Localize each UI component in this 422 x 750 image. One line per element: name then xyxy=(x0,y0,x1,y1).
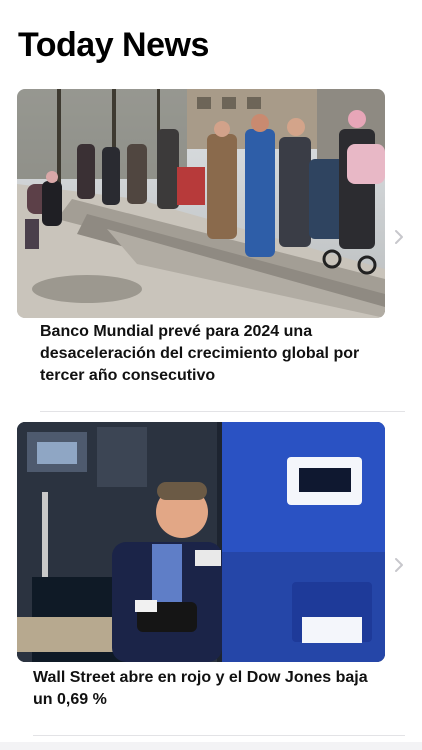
divider xyxy=(33,735,405,736)
article-headline[interactable]: Wall Street abre en rojo y el Dow Jones … xyxy=(33,667,378,711)
article-image[interactable] xyxy=(17,89,385,318)
divider xyxy=(40,411,405,412)
news-article-card[interactable]: Banco Mundial prevé para 2024 una desace… xyxy=(0,89,422,395)
page-title: Today News xyxy=(18,26,209,64)
tab-bar-edge xyxy=(0,742,422,750)
article-image[interactable] xyxy=(17,422,385,662)
news-article-card[interactable]: Wall Street abre en rojo y el Dow Jones … xyxy=(0,422,422,714)
article-headline[interactable]: Banco Mundial prevé para 2024 una desace… xyxy=(40,321,370,387)
chevron-right-icon[interactable] xyxy=(393,557,405,573)
chevron-right-icon[interactable] xyxy=(393,229,405,245)
